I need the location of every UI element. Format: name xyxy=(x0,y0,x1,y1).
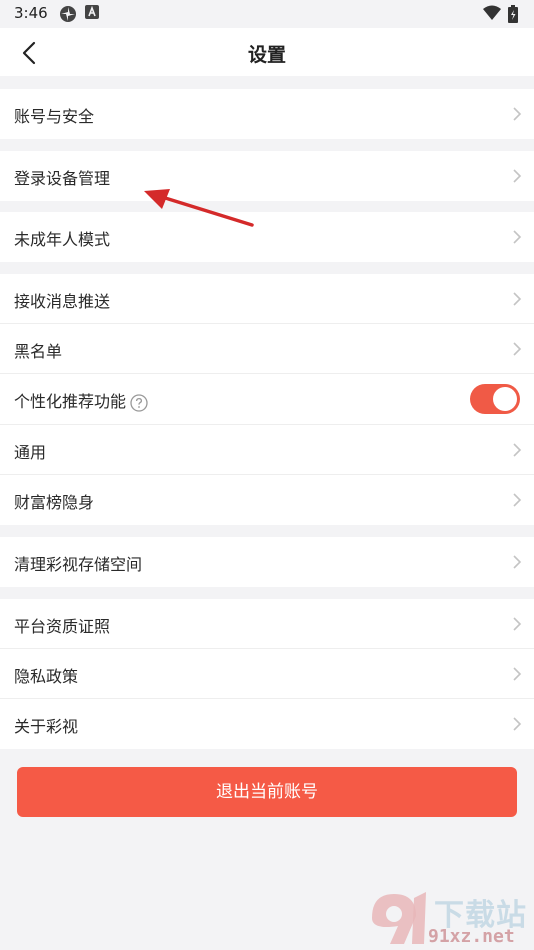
menu-item-label: 隐私政策 xyxy=(14,667,79,686)
chevron-right-icon xyxy=(513,230,522,244)
page-title: 设置 xyxy=(247,44,286,66)
recommendation-toggle[interactable] xyxy=(470,384,520,414)
wifi-icon xyxy=(483,5,501,20)
chevron-right-icon xyxy=(513,617,522,631)
watermark-url: 91xz.net xyxy=(428,926,515,947)
menu-item-general[interactable]: 通用 xyxy=(0,425,534,475)
menu-item-label: 登录设备管理 xyxy=(14,169,111,188)
menu-item-platform-licenses[interactable]: 平台资质证照 xyxy=(0,599,534,649)
toggle-knob xyxy=(493,387,517,411)
watermark-logo-icon xyxy=(372,892,426,944)
annotation-arrow-icon xyxy=(144,189,254,227)
menu-item-label: 未成年人模式 xyxy=(14,230,111,249)
menu-item-label: 通用 xyxy=(14,443,47,462)
menu-item-label: 关于彩视 xyxy=(14,717,79,736)
menu-item-personalized-recommendation: 个性化推荐功能 xyxy=(0,374,534,424)
menu-item-label: 平台资质证照 xyxy=(14,617,111,636)
chevron-right-icon xyxy=(513,717,522,731)
menu-item-blacklist[interactable]: 黑名单 xyxy=(0,324,534,374)
menu-item-label: 账号与安全 xyxy=(14,107,95,126)
chevron-right-icon xyxy=(513,493,522,507)
menu-item-account-security[interactable]: 账号与安全 xyxy=(0,89,534,139)
chevron-right-icon xyxy=(513,555,522,569)
menu-item-push-notifications[interactable]: 接收消息推送 xyxy=(0,274,534,324)
watermark: 下载站 91xz.net xyxy=(364,888,534,950)
battery-icon xyxy=(508,5,518,23)
menu-item-label-wrap: 个性化推荐功能 xyxy=(14,388,148,412)
menu-item-label: 黑名单 xyxy=(14,342,63,361)
menu-item-clear-storage[interactable]: 清理彩视存储空间 xyxy=(0,537,534,587)
chevron-right-icon xyxy=(513,667,522,681)
status-bar: 3:46 xyxy=(0,0,534,28)
menu-item-privacy-policy[interactable]: 隐私政策 xyxy=(0,649,534,699)
chevron-right-icon xyxy=(513,169,522,183)
logout-button[interactable]: 退出当前账号 xyxy=(17,767,517,817)
status-time: 3:46 xyxy=(14,4,48,22)
menu-item-label: 清理彩视存储空间 xyxy=(14,555,143,574)
menu-item-label: 财富榜隐身 xyxy=(14,493,95,512)
menu-item-about[interactable]: 关于彩视 xyxy=(0,699,534,749)
menu-item-wealth-rank-hidden[interactable]: 财富榜隐身 xyxy=(0,475,534,525)
pinwheel-icon xyxy=(60,6,76,22)
menu-item-label: 个性化推荐功能 xyxy=(14,392,127,411)
chevron-right-icon xyxy=(513,292,522,306)
app-header: 设置 xyxy=(0,28,534,76)
help-question-icon[interactable] xyxy=(130,393,148,412)
chevron-right-icon xyxy=(513,342,522,356)
chevron-right-icon xyxy=(513,443,522,457)
menu-item-minor-mode[interactable]: 未成年人模式 xyxy=(0,212,534,262)
notification-a-icon xyxy=(85,5,99,19)
menu-item-label: 接收消息推送 xyxy=(14,292,111,311)
menu-item-login-devices[interactable]: 登录设备管理 xyxy=(0,151,534,201)
chevron-right-icon xyxy=(513,107,522,121)
